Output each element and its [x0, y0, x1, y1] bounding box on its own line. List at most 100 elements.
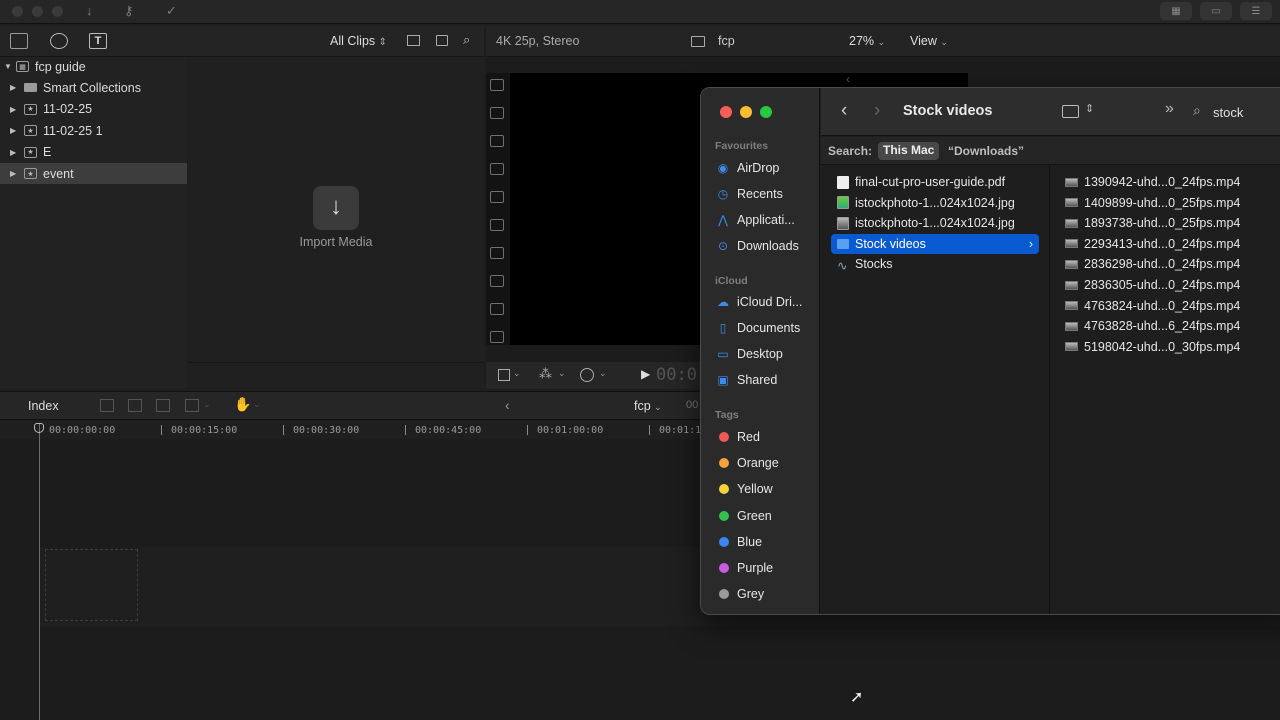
- sidebar-item-tag[interactable]: Yellow: [715, 478, 815, 500]
- file-name: istockphoto-1...024x1024.jpg: [855, 195, 1015, 210]
- chevron-down-icon[interactable]: ⌄: [599, 368, 607, 379]
- video-file-row[interactable]: 2293413-uhd...0_24fps.mp4: [1061, 234, 1280, 254]
- empty-storyline-drop-zone[interactable]: [45, 549, 138, 621]
- clips-filter[interactable]: All Clips ⇕: [330, 34, 387, 48]
- sidebar-item-label: Downloads: [737, 239, 799, 253]
- grid-layout-button[interactable]: ▦: [1160, 2, 1192, 20]
- scope-this-mac-button[interactable]: This Mac: [878, 142, 940, 160]
- close-button[interactable]: [12, 6, 23, 17]
- finder-search-field[interactable]: stock: [1213, 105, 1243, 120]
- play-icon[interactable]: ▶: [641, 367, 650, 381]
- view-options-chevron-icon[interactable]: ⇕: [1085, 102, 1094, 115]
- file-name: 4763824-uhd...0_24fps.mp4: [1084, 298, 1241, 313]
- playhead-handle[interactable]: [34, 423, 44, 433]
- chevron-down-icon[interactable]: ⌄: [253, 399, 261, 410]
- key-icon[interactable]: ⚷: [124, 3, 134, 19]
- finder-zoom-button[interactable]: [760, 106, 772, 118]
- column-view-icon[interactable]: [1062, 105, 1079, 118]
- zoom-button[interactable]: [52, 6, 63, 17]
- clapper-icon[interactable]: [10, 33, 28, 49]
- video-file-row[interactable]: 2836305-uhd...0_24fps.mp4: [1061, 275, 1280, 295]
- file-row[interactable]: Stock videos ›: [831, 233, 1039, 254]
- event-star-icon: ★: [24, 125, 37, 136]
- search-icon[interactable]: ⌕: [463, 32, 470, 48]
- back-arrow-icon[interactable]: ‹: [505, 397, 510, 413]
- sidebar-item-icloud[interactable]: ▯ Documents: [715, 317, 815, 339]
- transform-icon[interactable]: [498, 369, 510, 381]
- column-divider[interactable]: [1049, 165, 1050, 614]
- sidebar-item-favourite[interactable]: ◉ AirDrop: [715, 157, 815, 179]
- magic-wand-icon[interactable]: ⁂: [539, 366, 552, 382]
- back-button[interactable]: ‹: [841, 100, 847, 122]
- speed-gauge-icon[interactable]: [580, 368, 594, 382]
- import-arrow-icon[interactable]: ↓: [86, 3, 93, 18]
- file-row[interactable]: istockphoto-1...024x1024.jpg: [831, 193, 1039, 213]
- film-perforation: [490, 163, 504, 175]
- file-row[interactable]: final-cut-pro-user-guide.pdf: [831, 172, 1039, 192]
- video-file-row[interactable]: 4763828-uhd...6_24fps.mp4: [1061, 316, 1280, 336]
- disclosure-closed-icon[interactable]: ▶: [10, 169, 20, 178]
- titles-generators-icon[interactable]: T: [89, 33, 107, 49]
- sidebar-item-favourite[interactable]: ⋀ Applicati...: [715, 209, 815, 231]
- minimize-button[interactable]: [32, 6, 43, 17]
- video-file-row[interactable]: 2836298-uhd...0_24fps.mp4: [1061, 254, 1280, 274]
- clip-appearance-icon[interactable]: [407, 35, 420, 46]
- connect-clip-icon[interactable]: [100, 399, 114, 412]
- finder-close-button[interactable]: [720, 106, 732, 118]
- chevron-down-icon[interactable]: ⌄: [203, 399, 211, 410]
- video-file-row[interactable]: 5198042-uhd...0_30fps.mp4: [1061, 337, 1280, 357]
- video-file-row[interactable]: 1390942-uhd...0_24fps.mp4: [1061, 172, 1280, 192]
- library-item[interactable]: ▶ ★ E: [0, 142, 187, 163]
- filmstrip-icon[interactable]: [436, 35, 448, 46]
- sidebar-item-icloud[interactable]: ☁ iCloud Dri...: [715, 291, 815, 313]
- more-toolbar-icon[interactable]: »: [1165, 100, 1174, 118]
- sidebar-item-tag[interactable]: Grey: [715, 583, 815, 605]
- chevron-down-icon[interactable]: ⌄: [513, 368, 521, 379]
- sidebar-item-tag[interactable]: Purple: [715, 557, 815, 579]
- inspector-sliders-button[interactable]: ☰: [1240, 2, 1272, 20]
- disclosure-open-icon[interactable]: ▼: [4, 62, 14, 71]
- library-item[interactable]: ▶ ★ 11-02-25 1: [0, 120, 187, 141]
- import-media-button[interactable]: ↓: [313, 186, 359, 230]
- video-file-row[interactable]: 4763824-uhd...0_24fps.mp4: [1061, 296, 1280, 316]
- library-item[interactable]: ▶ ★ 11-02-25: [0, 99, 187, 120]
- film-perforation: [490, 331, 504, 343]
- hand-tool-icon[interactable]: ✋: [234, 396, 251, 413]
- finder-minimize-button[interactable]: [740, 106, 752, 118]
- sidebar-item-favourite[interactable]: ⊙ Downloads: [715, 235, 815, 257]
- view-menu[interactable]: View ⌄: [910, 34, 948, 48]
- sidebar-item-icloud[interactable]: ▭ Desktop: [715, 343, 815, 365]
- library-item[interactable]: ▶ Smart Collections: [0, 77, 187, 98]
- sidebar-item-icloud[interactable]: ▣ Shared: [715, 369, 815, 391]
- sidebar-item-tag[interactable]: Orange: [715, 452, 815, 474]
- checkmark-circle-icon[interactable]: ✓: [166, 3, 177, 19]
- disclosure-closed-icon[interactable]: ▶: [10, 148, 20, 157]
- index-button[interactable]: Index: [28, 399, 59, 413]
- append-clip-icon[interactable]: [156, 399, 170, 412]
- photos-music-icon[interactable]: [50, 33, 68, 49]
- file-name: istockphoto-1...024x1024.jpg: [855, 216, 1015, 231]
- film-perforation: [490, 79, 504, 91]
- insert-clip-icon[interactable]: [128, 399, 142, 412]
- panels-layout-button[interactable]: ▭: [1200, 2, 1232, 20]
- file-row[interactable]: ∿ Stocks: [831, 254, 1039, 274]
- library-item[interactable]: ▶ ★ event: [0, 163, 187, 184]
- video-file-row[interactable]: 1409899-uhd...0_25fps.mp4: [1061, 193, 1280, 213]
- sidebar-item-favourite[interactable]: ◷ Recents: [715, 183, 815, 205]
- video-file-row[interactable]: 1893738-uhd...0_25fps.mp4: [1061, 213, 1280, 233]
- overwrite-clip-icon[interactable]: [185, 399, 199, 412]
- sidebar-item-tag[interactable]: Green: [715, 505, 815, 527]
- scope-downloads-button[interactable]: “Downloads”: [948, 144, 1024, 158]
- disclosure-closed-icon[interactable]: ▶: [10, 83, 20, 92]
- library-row[interactable]: ▼ ▦ fcp guide: [0, 56, 187, 77]
- disclosure-closed-icon[interactable]: ▶: [10, 105, 20, 114]
- playhead[interactable]: [39, 424, 40, 720]
- forward-button[interactable]: ›: [874, 100, 880, 122]
- sidebar-item-tag[interactable]: Red: [715, 426, 815, 448]
- zoom-menu[interactable]: 27% ⌄: [849, 34, 885, 48]
- disclosure-closed-icon[interactable]: ▶: [10, 126, 20, 135]
- sidebar-item-tag[interactable]: Blue: [715, 531, 815, 553]
- timeline-project-menu[interactable]: fcp ⌄: [634, 399, 662, 413]
- file-row[interactable]: istockphoto-1...024x1024.jpg: [831, 213, 1039, 233]
- chevron-down-icon[interactable]: ⌄: [558, 368, 566, 379]
